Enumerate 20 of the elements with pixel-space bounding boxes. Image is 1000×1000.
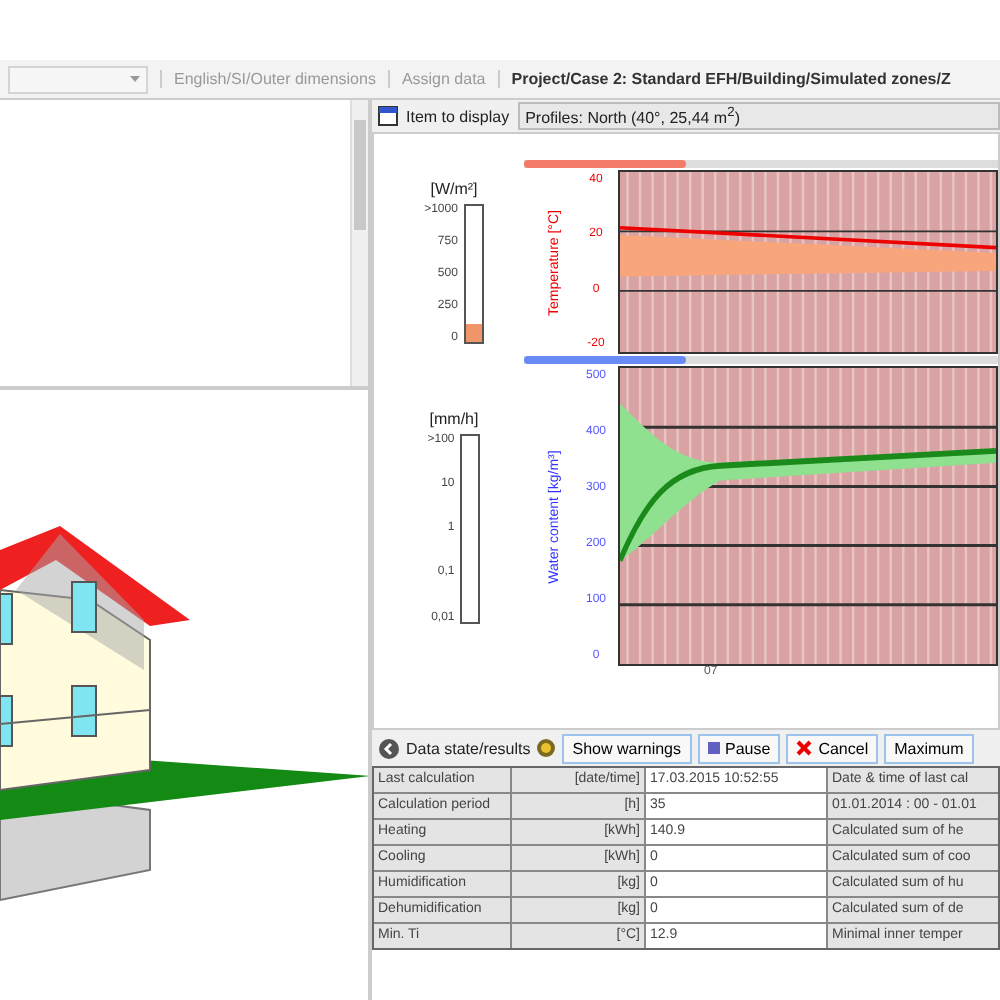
time-slider[interactable]	[524, 356, 686, 364]
window-icon[interactable]	[378, 106, 398, 126]
close-icon	[796, 740, 813, 756]
breadcrumb-path: Project/Case 2: Standard EFH/Building/Simulated zones/Z	[497, 70, 951, 88]
item-dropdown[interactable]: Profiles: North (40°, 25,44 m$^{2}$)	[517, 102, 1000, 130]
item-label: Item to display	[406, 107, 510, 125]
toolbar-button[interactable]: Pause	[697, 733, 781, 763]
scrollbar[interactable]	[350, 100, 368, 386]
back-icon[interactable]	[378, 737, 400, 759]
status-label: Data state/results	[406, 739, 531, 757]
toolbar-button[interactable]: Show warnings	[562, 733, 691, 763]
time-slider[interactable]	[524, 160, 686, 168]
scale-unit: [W/m²]	[430, 180, 478, 198]
toolbar-button[interactable]: Cancel	[786, 733, 879, 763]
scale-unit: [mm/h]	[429, 409, 479, 427]
stop-icon	[707, 742, 719, 754]
toolbar-button[interactable]: Maximum	[884, 733, 974, 763]
warning-icon	[536, 738, 557, 758]
unit-dropdown[interactable]	[8, 65, 148, 93]
caret-icon	[130, 76, 140, 82]
